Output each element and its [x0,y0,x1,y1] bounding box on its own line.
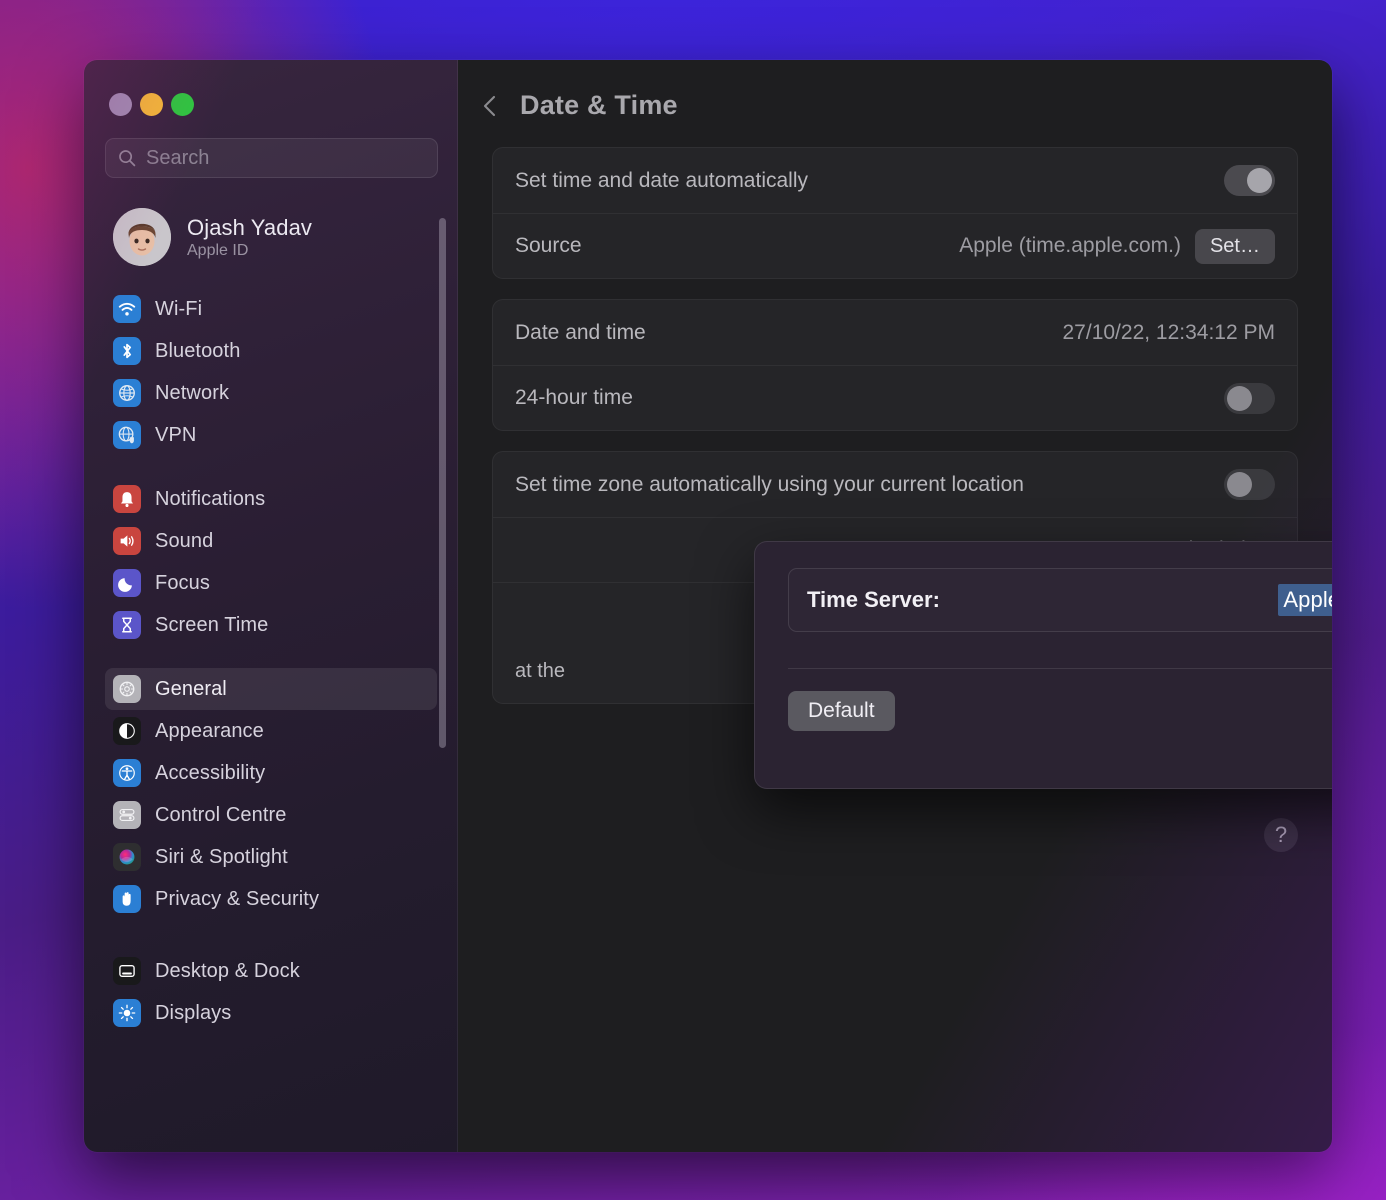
account-row[interactable]: Ojash Yadav Apple ID [105,200,438,274]
nav-group-network: Wi-Fi Bluetooth Network VPN [84,288,458,456]
account-name: Ojash Yadav [187,214,313,240]
bluetooth-icon [113,337,141,365]
sidebar-item-label: Displays [155,1001,232,1024]
sidebar-item-label: Siri & Spotlight [155,845,288,868]
sidebar-item-desktop-dock[interactable]: Desktop & Dock [105,950,437,992]
back-chevron-icon[interactable] [478,92,502,120]
date-time-value: 27/10/22, 12:34:12 PM [1062,320,1276,344]
account-text: Ojash Yadav Apple ID [187,215,312,260]
row-set-time-automatically[interactable]: Set time and date automatically [493,148,1297,213]
desktop-dock-icon [113,957,141,985]
speaker-icon [113,527,141,555]
auto-time-card: Set time and date automatically Source A… [492,147,1298,279]
row-label: Date and time [515,320,646,344]
sidebar-item-label: Accessibility [155,761,266,784]
content-pane: Date & Time Set time and date automatica… [458,60,1332,1152]
sidebar-item-label: Wi-Fi [155,297,203,320]
sidebar-item-siri-spotlight[interactable]: Siri & Spotlight [105,836,437,878]
time-server-input[interactable]: Apple (time.apple.com.) [1278,584,1332,616]
sidebar-item-label: Bluetooth [155,339,241,362]
sidebar-item-label: Appearance [155,719,264,742]
date-time-card: Date and time 27/10/22, 12:34:12 PM 24-h… [492,299,1298,431]
set-time-automatically-toggle[interactable] [1224,165,1275,196]
nav-group-alerts: Notifications Sound Focus Screen Time [84,478,458,646]
row-date-and-time: Date and time 27/10/22, 12:34:12 PM [493,300,1297,365]
sidebar-item-focus[interactable]: Focus [105,562,437,604]
set-source-button[interactable]: Set… [1194,228,1275,264]
sidebar-item-notifications[interactable]: Notifications [105,478,437,520]
avatar [113,208,171,266]
row-label: Set time and date automatically [515,168,808,192]
appearance-icon [113,717,141,745]
row-auto-time-zone[interactable]: Set time zone automatically using your c… [493,452,1297,517]
sidebar-scrollbar[interactable] [439,218,446,748]
sidebar-item-sound[interactable]: Sound [105,520,437,562]
row-label: Source [515,234,582,257]
globe-icon [113,379,141,407]
time-server-label: Time Server: [807,587,940,612]
sidebar-item-privacy-security[interactable]: Privacy & Security [105,878,437,920]
row-source: Source Apple (time.apple.com.) Set… [493,213,1297,278]
sidebar-item-screen-time[interactable]: Screen Time [105,604,437,646]
default-button[interactable]: Default [788,690,895,731]
sidebar-item-wifi[interactable]: Wi-Fi [105,288,437,330]
traffic-lights [84,60,458,116]
sidebar-item-label: Desktop & Dock [155,959,300,982]
vpn-globe-icon [113,421,141,449]
gear-icon [113,675,141,703]
accessibility-icon [113,759,141,787]
row-label: Set time zone automatically using your c… [515,472,1024,496]
source-value: Apple (time.apple.com.) [959,234,1181,257]
sidebar-item-label: Screen Time [155,613,269,636]
sidebar-item-appearance[interactable]: Appearance [105,710,437,752]
sidebar-item-label: Privacy & Security [155,887,320,910]
content-header: Date & Time [458,60,1332,121]
sidebar-item-bluetooth[interactable]: Bluetooth [105,330,437,372]
sidebar-item-label: Sound [155,529,214,552]
help-button[interactable]: ? [1264,818,1298,852]
sidebar-item-vpn[interactable]: VPN [105,414,437,456]
dialog-footer: Default Cancel Done [755,669,1332,731]
sidebar-item-label: Notifications [155,487,266,510]
sidebar-item-label: General [155,677,227,700]
sidebar-item-control-centre[interactable]: Control Centre [105,794,437,836]
sidebar: Ojash Yadav Apple ID Wi-Fi [84,60,458,1152]
search-icon [118,149,136,167]
displays-icon [113,999,141,1027]
sidebar-item-displays[interactable]: Displays [105,992,437,1034]
auto-time-zone-toggle[interactable] [1224,469,1275,500]
row-label: 24-hour time [515,386,633,409]
time-server-field[interactable]: Time Server: Apple (time.apple.com.) [788,568,1332,632]
time-server-dialog: Time Server: Apple (time.apple.com.) Def… [754,541,1332,789]
page-title: Date & Time [520,90,678,120]
24-hour-time-toggle[interactable] [1224,382,1275,414]
hourglass-icon [113,611,141,639]
hand-icon [113,885,141,913]
sidebar-item-label: Network [155,381,230,404]
sidebar-item-network[interactable]: Network [105,372,437,414]
sidebar-item-accessibility[interactable]: Accessibility [105,752,437,794]
sidebar-item-label: VPN [155,423,197,446]
wifi-icon [113,295,141,323]
bell-icon [113,485,141,513]
account-subtitle: Apple ID [187,241,249,259]
row-24-hour-time[interactable]: 24-hour time [493,365,1297,430]
desktop-wallpaper: Ojash Yadav Apple ID Wi-Fi [0,0,1386,1200]
note-text: at the [515,660,566,682]
nav-group-desktop: Desktop & Dock Displays [84,950,458,1034]
control-centre-icon [113,801,141,829]
search-field[interactable] [105,138,438,178]
search-input[interactable] [146,146,425,170]
nav-group-system: General Appearance Accessibility Control… [84,668,458,920]
minimise-button[interactable] [140,93,163,116]
sidebar-item-label: Control Centre [155,803,287,826]
sidebar-item-general[interactable]: General [105,668,437,710]
siri-icon [113,843,141,871]
moon-icon [113,569,141,597]
maximise-button[interactable] [171,93,194,116]
sidebar-item-label: Focus [155,571,210,594]
system-settings-window: Ojash Yadav Apple ID Wi-Fi [84,60,1332,1152]
dialog-body: Time Server: Apple (time.apple.com.) [755,542,1332,669]
close-button[interactable] [109,93,132,116]
